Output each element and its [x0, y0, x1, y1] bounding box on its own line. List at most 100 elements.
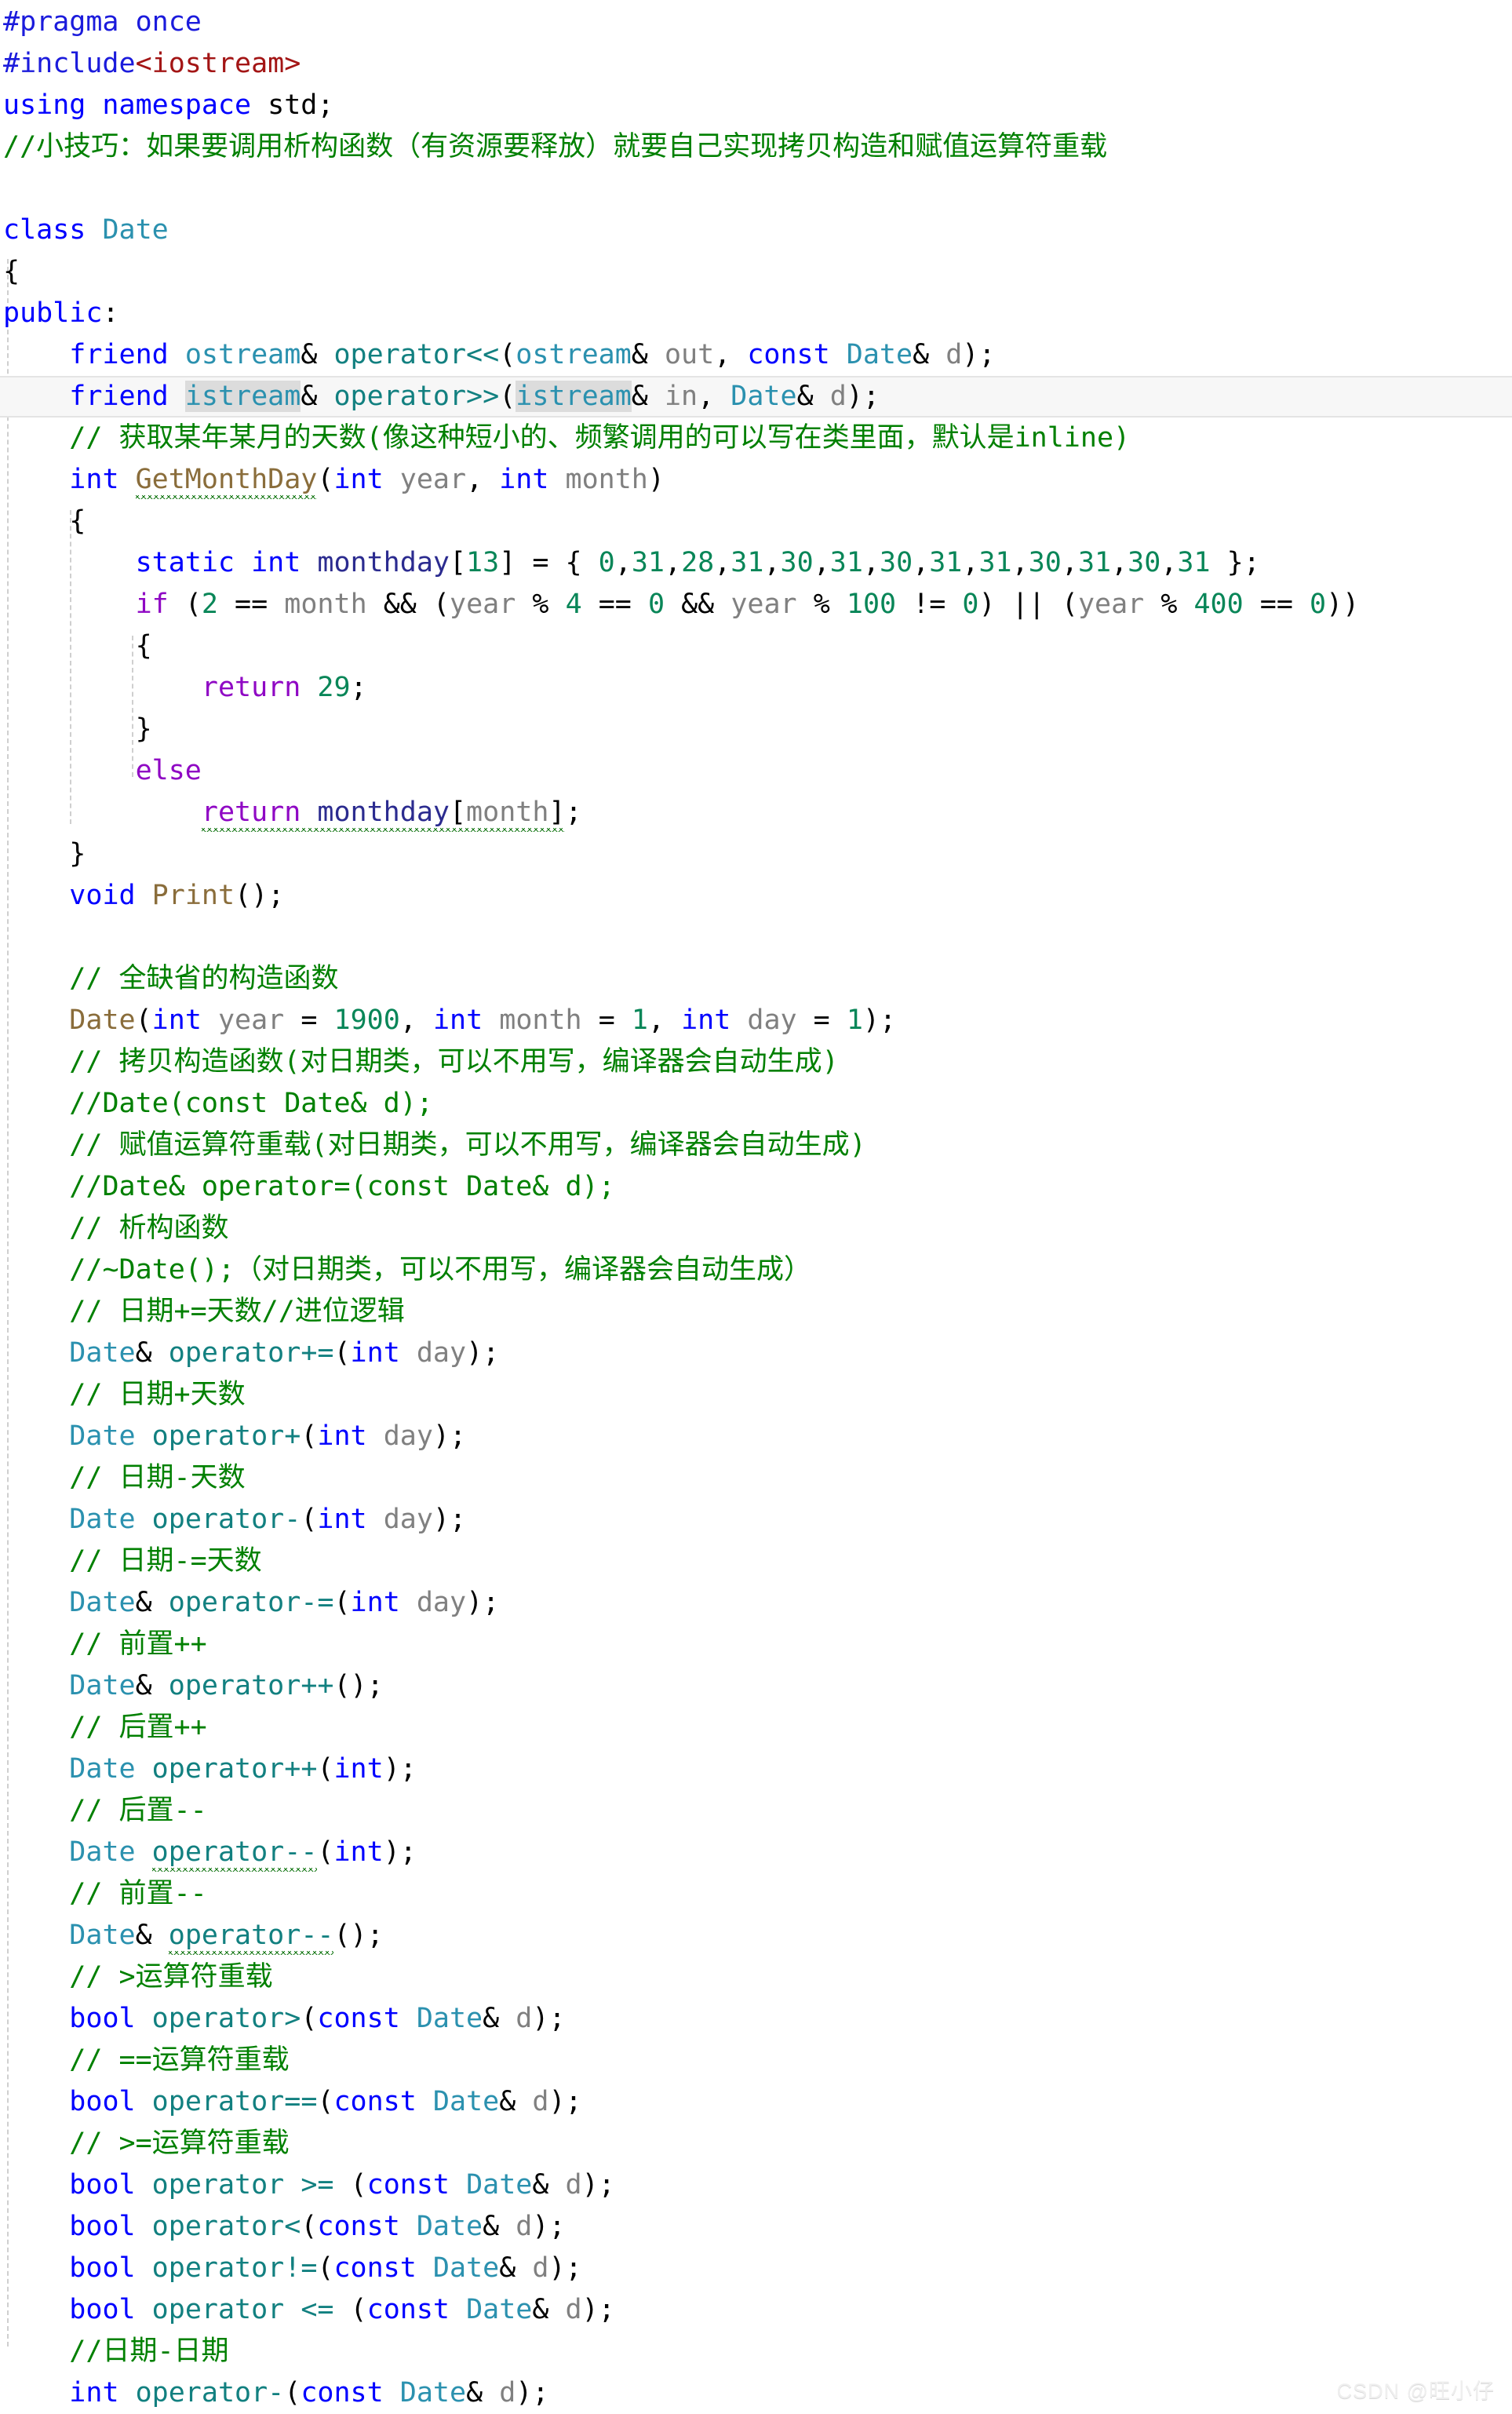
token-comment: // 获取某年某月的天数(像这种短小的、频繁调用的可以写在类里面，默认是inli… [69, 422, 1131, 454]
token-keyword-int: int [69, 2377, 119, 2409]
code-line-blank[interactable] [0, 168, 1512, 210]
code-line[interactable]: bool operator<(const Date& d); [0, 2206, 1512, 2248]
code-line[interactable]: return 29; [0, 667, 1512, 709]
code-line[interactable]: if (2 == month && (year % 4 == 0 && year… [0, 584, 1512, 625]
code-line[interactable]: // 后置++ [0, 1707, 1512, 1749]
code-line[interactable]: Date operator--(int); [0, 1832, 1512, 1873]
token-type-istream-highlighted: istream [516, 381, 632, 412]
code-line[interactable]: { [0, 251, 1512, 293]
code-line[interactable]: // >运算符重载 [0, 1956, 1512, 1998]
token-paren: ) [581, 2169, 599, 2201]
code-line[interactable]: // 前置++ [0, 1624, 1512, 1665]
code-line[interactable]: bool operator!=(const Date& d); [0, 2248, 1512, 2289]
token-semicolon: ; [565, 2252, 582, 2284]
token-number: 31 [929, 547, 963, 578]
token-paren: ) [466, 1587, 483, 1618]
code-line[interactable]: bool operator >= (const Date& d); [0, 2164, 1512, 2206]
code-line[interactable]: Date& operator++(); [0, 1665, 1512, 1707]
code-line[interactable]: //~Date();（对日期类，可以不用写，编译器会自动生成） [0, 1249, 1512, 1291]
token-comment: // >运算符重载 [69, 1961, 273, 1993]
code-line[interactable]: class Date [0, 210, 1512, 251]
code-line[interactable]: } [0, 833, 1512, 875]
code-line[interactable]: //Date(const Date& d); [0, 1083, 1512, 1125]
code-line[interactable]: return monthday[month]; [0, 792, 1512, 833]
token-comment: // 日期+=天数//进位逻辑 [69, 1296, 405, 1327]
code-line[interactable]: friend ostream& operator<<(ostream& out,… [0, 334, 1512, 376]
token-amp: & [135, 1920, 152, 1951]
token-keyword-int: int [333, 464, 384, 495]
token-paren: ( [499, 381, 516, 412]
token-number: 13 [466, 547, 500, 578]
token-var-year: year [730, 589, 797, 620]
code-line[interactable]: void Print(); [0, 875, 1512, 917]
token-operator-less: operator< [151, 2211, 301, 2242]
code-line[interactable]: //日期-日期 [0, 2331, 1512, 2372]
token-op-eq: == [235, 589, 268, 620]
code-line[interactable]: // 后置-- [0, 1790, 1512, 1832]
code-line-blank[interactable] [0, 917, 1512, 958]
code-line[interactable]: // 日期-天数 [0, 1457, 1512, 1499]
code-line[interactable]: // 析构函数 [0, 1208, 1512, 1249]
token-number: 4 [565, 589, 582, 620]
token-param-year: year [399, 464, 467, 495]
code-line[interactable]: // 全缺省的构造函数 [0, 958, 1512, 1000]
code-line[interactable]: Date& operator+=(int day); [0, 1333, 1512, 1374]
token-semicolon: ; [483, 1337, 500, 1369]
token-semicolon: ; [532, 2377, 549, 2409]
code-line[interactable]: //小技巧：如果要调用析构函数（有资源要释放）就要自己实现拷贝构造和赋值运算符重… [0, 126, 1512, 168]
token-keyword-int: int [350, 1337, 400, 1369]
code-line[interactable]: { [0, 625, 1512, 667]
token-keyword-bool: bool [69, 2211, 136, 2242]
token-op-mod: % [1160, 589, 1178, 620]
code-line[interactable]: Date operator++(int); [0, 1749, 1512, 1790]
code-line[interactable]: else [0, 750, 1512, 792]
token-keyword-friend: friend [69, 339, 169, 370]
token-keyword-const: const [317, 2211, 400, 2242]
token-number: 1 [846, 1005, 863, 1036]
token-paren: ) [432, 1504, 450, 1535]
token-paren: ( [184, 589, 202, 620]
token-param-out: out [664, 339, 715, 370]
token-paren: ) [466, 1337, 483, 1369]
code-line[interactable]: int operator-(const Date& d); [0, 2372, 1512, 2414]
token-keyword-int: int [432, 1005, 483, 1036]
code-line[interactable]: // ==运算符重载 [0, 2040, 1512, 2081]
code-line[interactable]: Date operator-(int day); [0, 1499, 1512, 1541]
code-line[interactable]: bool operator==(const Date& d); [0, 2081, 1512, 2123]
code-line[interactable]: } [0, 709, 1512, 750]
token-return-monthday-expr: return monthday[month] [201, 792, 565, 833]
code-line[interactable]: // 前置-- [0, 1873, 1512, 1915]
token-keyword-const: const [366, 2169, 450, 2201]
code-line[interactable]: // >=运算符重载 [0, 2123, 1512, 2164]
code-line[interactable]: Date operator+(int day); [0, 1416, 1512, 1457]
token-operator-minus-assign: operator-= [168, 1587, 334, 1618]
code-line[interactable]: Date(int year = 1900, int month = 1, int… [0, 1000, 1512, 1041]
code-line[interactable]: // 日期+=天数//进位逻辑 [0, 1291, 1512, 1333]
token-include-path: <iostream> [135, 48, 301, 79]
code-line[interactable]: #pragma once [0, 2, 1512, 43]
code-line[interactable]: bool operator <= (const Date& d); [0, 2289, 1512, 2331]
code-line[interactable]: { [0, 501, 1512, 542]
token-comment: // 析构函数 [69, 1212, 229, 1244]
code-line[interactable]: // 日期+天数 [0, 1374, 1512, 1416]
token-number: 31 [631, 547, 665, 578]
code-line[interactable]: #include<iostream> [0, 43, 1512, 85]
code-line[interactable]: // 赋值运算符重载(对日期类，可以不用写，编译器会自动生成) [0, 1125, 1512, 1166]
code-line[interactable]: bool operator>(const Date& d); [0, 1998, 1512, 2040]
code-line[interactable]: int GetMonthDay(int year, int month) [0, 459, 1512, 501]
token-paren: ) [383, 1753, 400, 1785]
code-line[interactable]: public: [0, 293, 1512, 334]
token-comment: // 日期+天数 [69, 1379, 246, 1410]
code-editor[interactable]: #pragma once #include<iostream> using na… [0, 0, 1512, 2414]
code-line[interactable]: Date& operator--(); [0, 1915, 1512, 1956]
code-line[interactable]: using namespace std; [0, 85, 1512, 126]
token-paren: ( [317, 1753, 334, 1785]
token-keyword-bool: bool [69, 2086, 136, 2117]
code-line[interactable]: static int monthday[13] = { 0,31,28,31,3… [0, 542, 1512, 584]
code-line-current[interactable]: friend istream& operator>>(istream& in, … [0, 376, 1512, 418]
code-line[interactable]: // 日期-=天数 [0, 1541, 1512, 1582]
code-line[interactable]: //Date& operator=(const Date& d); [0, 1166, 1512, 1208]
code-line[interactable]: // 拷贝构造函数(对日期类，可以不用写，编译器会自动生成) [0, 1041, 1512, 1083]
code-line[interactable]: // 获取某年某月的天数(像这种短小的、频繁调用的可以写在类里面，默认是inli… [0, 418, 1512, 459]
code-line[interactable]: Date& operator-=(int day); [0, 1582, 1512, 1624]
